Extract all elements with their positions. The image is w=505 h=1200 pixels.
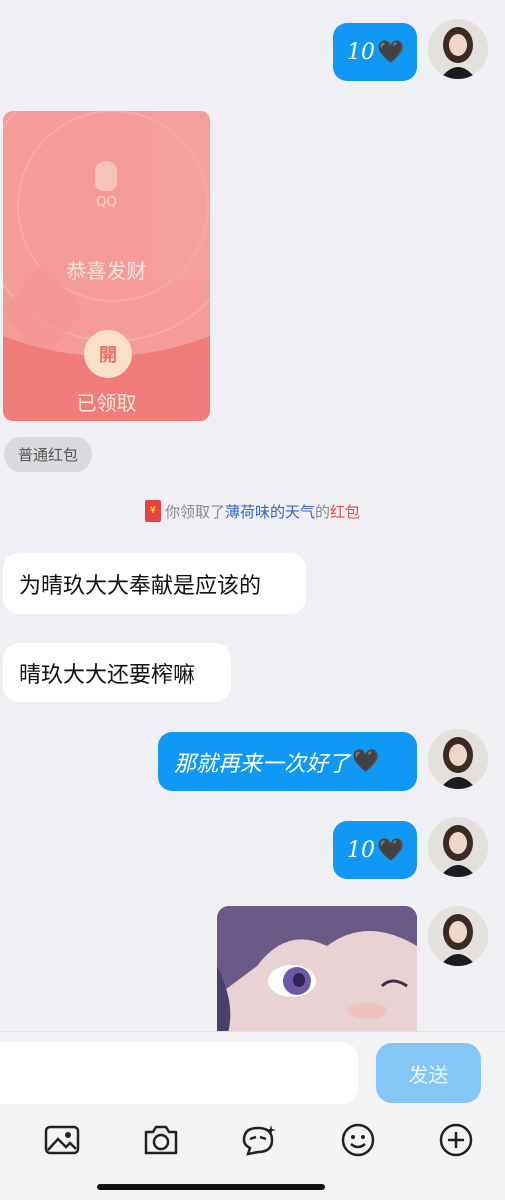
avatar[interactable]	[428, 906, 488, 966]
message-text: 10	[347, 837, 375, 863]
input-bar: 发送	[0, 1031, 505, 1200]
black-heart-emoji: 🖤	[377, 39, 405, 65]
red-packet-type-tag: 普通红包	[4, 437, 93, 472]
emoji-icon[interactable]	[338, 1120, 378, 1160]
sticker-icon[interactable]	[238, 1120, 278, 1160]
chat-screen: 10 🖤 QQ 恭喜发财 開 已领取 普通红包 ¥ 你领取了 薄荷味的天气 的 …	[0, 0, 505, 1200]
message-bubble-outgoing[interactable]: 10 🖤	[333, 23, 417, 81]
red-packet-icon: ¥	[144, 500, 161, 522]
avatar[interactable]	[428, 19, 488, 79]
red-packet-brand: QQ	[96, 195, 117, 210]
message-text: 10	[347, 39, 375, 65]
message-bubble-incoming[interactable]: 晴玖大大还要榨嘛	[3, 643, 231, 702]
plus-icon[interactable]	[436, 1120, 476, 1160]
red-packet-link[interactable]: 红包	[330, 501, 360, 522]
message-bubble-outgoing[interactable]: 10 🖤	[333, 821, 417, 879]
camera-icon[interactable]	[141, 1120, 181, 1160]
red-packet-card[interactable]: QQ 恭喜发财 開 已领取	[3, 111, 210, 421]
avatar[interactable]	[428, 817, 488, 877]
message-text: 为晴玖大大奉献是应该的	[19, 573, 262, 599]
red-packet-title: 恭喜发财	[66, 259, 147, 283]
home-indicator	[97, 1184, 325, 1190]
black-heart-emoji: 🖤	[352, 749, 380, 774]
avatar[interactable]	[428, 729, 488, 789]
system-text: 你领取了	[164, 502, 225, 521]
open-red-packet-button[interactable]: 開	[84, 330, 132, 378]
message-text: 晴玖大大还要榨嘛	[19, 662, 196, 688]
message-bubble-outgoing[interactable]: 那就再来一次好了 🖤	[158, 732, 417, 791]
message-input[interactable]	[0, 1042, 358, 1104]
sender-name-link[interactable]: 薄荷味的天气	[225, 501, 315, 522]
system-text: 的	[315, 502, 331, 521]
red-packet-status: 已领取	[76, 391, 137, 415]
image-message[interactable]	[217, 906, 417, 1036]
send-button[interactable]: 发送	[376, 1043, 481, 1103]
image-icon[interactable]	[42, 1120, 82, 1160]
qq-penguin-icon	[95, 161, 117, 191]
black-heart-emoji: 🖤	[377, 837, 405, 863]
message-text: 那就再来一次好了	[174, 751, 351, 777]
message-bubble-incoming[interactable]: 为晴玖大大奉献是应该的	[3, 553, 306, 614]
system-message: ¥ 你领取了 薄荷味的天气 的 红包	[0, 500, 505, 522]
